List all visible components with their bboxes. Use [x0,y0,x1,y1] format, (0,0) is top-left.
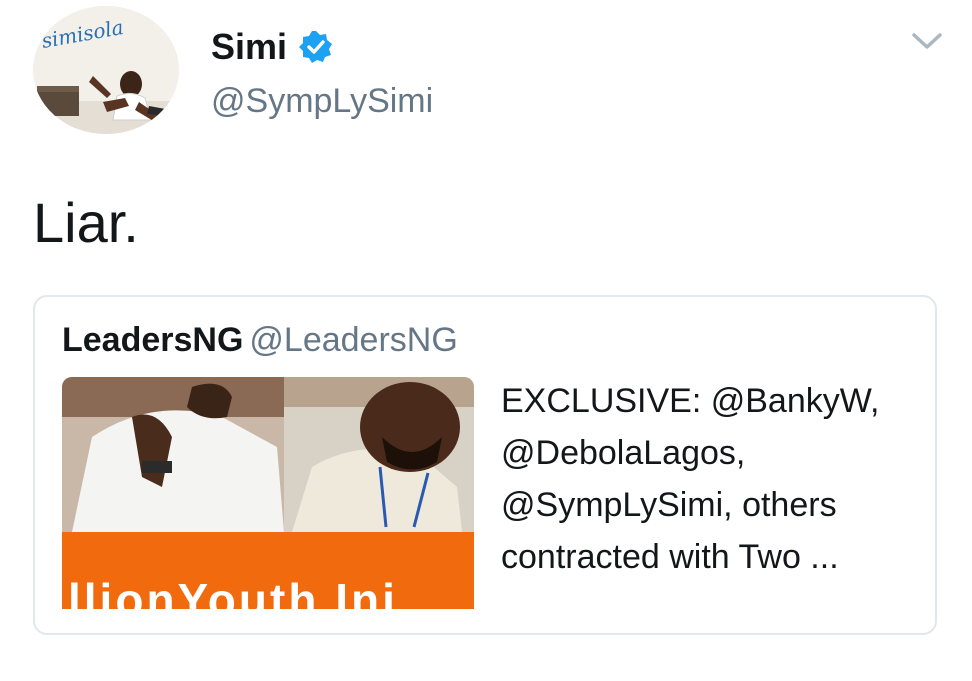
media-banner-text: llionYouth Ini [68,574,398,609]
quoted-tweet-handle: @LeadersNG [249,321,458,359]
author-handle[interactable]: @SympLySimi [211,82,433,121]
chevron-down-icon[interactable] [910,26,944,56]
quoted-tweet-text: EXCLUSIVE: @BankyW, @DebolaLagos, @SympL… [501,382,880,576]
quoted-tweet-header: LeadersNG @LeadersNG [62,321,458,360]
avatar[interactable]: simisola [33,6,179,134]
quoted-tweet-card[interactable]: LeadersNG @LeadersNG llionYouth Ini EXCLU [33,295,937,635]
author-display-name[interactable]: Simi [211,26,287,68]
verified-badge-icon [299,30,333,64]
author-name-row[interactable]: Simi [211,26,333,68]
tweet-text: Liar. [33,191,139,254]
quoted-tweet-image[interactable]: llionYouth Ini [62,377,474,609]
quoted-tweet-display-name: LeadersNG [62,321,244,359]
